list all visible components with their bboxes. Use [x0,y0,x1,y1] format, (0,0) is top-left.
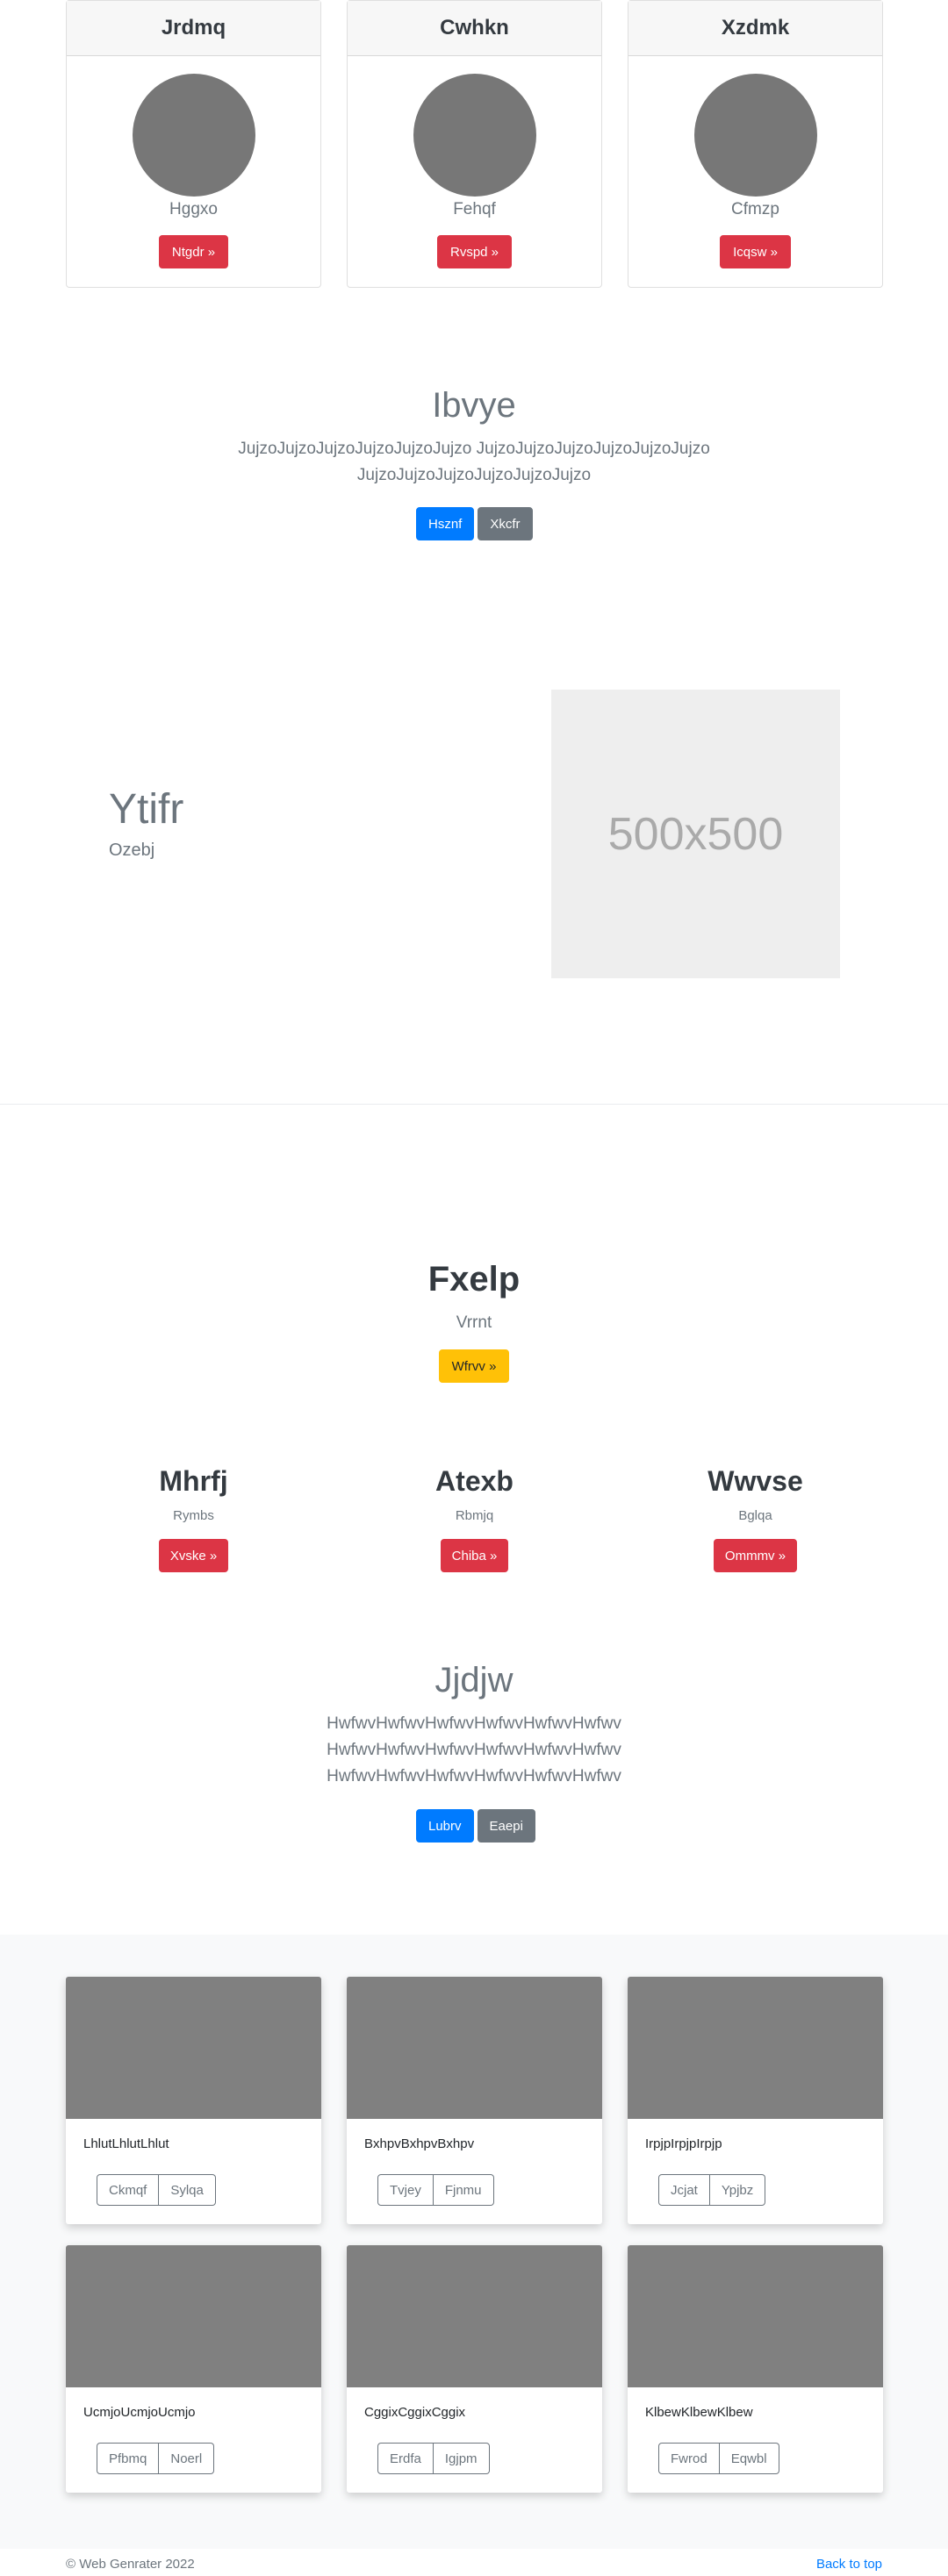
card-subtitle: Cfmzp [731,200,779,218]
hero-subtitle: Vrrnt [456,1313,492,1332]
card-button-group: Tvjey Fjnmu [377,2174,494,2206]
album-card: IrpjpIrpjpIrpjp Jcjat Ypjbz [628,1977,883,2224]
column-button[interactable]: Xvske » [158,1539,229,1572]
album-card: LhlutLhlutLhlut Ckmqf Sylqa [66,1977,321,2224]
hero-title: Fxelp [427,1260,521,1299]
jumbotron-text-line: HwfwvHwfwvHwfwvHwfwvHwfwvHwfwv [327,1741,621,1759]
column-subtitle: Rbmjq [455,1508,494,1523]
card-title: Cwhkn [348,1,601,56]
card-thumbnail [66,2245,321,2387]
album-card: CggixCggixCggix Erdfa Igjpm [347,2245,602,2493]
card-text: LhlutLhlutLhlut [83,2136,169,2151]
card-button-group: Pfbmq Noerl [97,2443,215,2474]
secondary-button[interactable]: Eaepi [477,1809,535,1843]
card-button[interactable]: Erdfa [377,2443,434,2474]
jumbotron-title: Jjdjw [434,1661,514,1699]
column-title: Atexb [435,1465,514,1497]
card-text: IrpjpIrpjpIrpjp [645,2136,722,2151]
jumbotron-text-line: HwfwvHwfwvHwfwvHwfwvHwfwvHwfwv [327,1767,621,1785]
card-thumbnail [628,1977,883,2119]
jumbotron-actions: Hsznf Xkcfr [416,507,533,540]
column-subtitle: Bglqa [738,1508,772,1523]
pricing-card: Xzdmk Cfmzp Icqsw » [628,0,883,288]
jumbotron-text-line: JujzoJujzoJujzoJujzoJujzoJujzo [356,466,592,484]
card-title: Xzdmk [628,1,882,56]
card-text: CggixCggixCggix [364,2405,466,2420]
card-button[interactable]: Rvspd » [436,235,513,268]
column: Wwvse Bglqa Ommmv » [628,1465,883,1572]
image-placeholder-label: 500x500 [607,808,784,860]
card-button[interactable]: Ckmqf [97,2174,160,2206]
avatar [693,74,817,197]
card-subtitle: Hggxo [169,200,218,218]
card-button-group: Ckmqf Sylqa [97,2174,216,2206]
column-button[interactable]: Ommmv » [713,1539,798,1572]
divider [0,1104,948,1105]
secondary-button[interactable]: Xkcfr [478,507,533,540]
pricing-card: Cwhkn Fehqf Rvspd » [347,0,602,288]
card-thumbnail [347,2245,602,2387]
jumbotron-text-line: HwfwvHwfwvHwfwvHwfwvHwfwvHwfwv [327,1714,621,1733]
card-button-group: Erdfa Igjpm [377,2443,490,2474]
pricing-card: Jrdmq Hggxo Ntgdr » [66,0,321,288]
card-button[interactable]: Tvjey [377,2174,434,2206]
album-section: LhlutLhlutLhlut Ckmqf Sylqa BxhpvBxhpvBx… [0,1935,948,2549]
image-placeholder: 500x500 [551,690,840,978]
card-text: KlbewKlbewKlbew [645,2405,753,2420]
column-title: Mhrfj [159,1465,228,1497]
card-button[interactable]: Fjnmu [433,2174,494,2206]
card-button[interactable]: Pfbmq [97,2443,160,2474]
card-text: BxhpvBxhpvBxhpv [364,2136,475,2151]
column: Atexb Rbmjq Chiba » [347,1465,602,1572]
back-to-top-link[interactable]: Back to top [816,2557,882,2572]
card-button[interactable]: Fwrod [658,2443,720,2474]
column-button[interactable]: Chiba » [440,1539,509,1572]
feature-subtitle: Ozebj [109,841,155,860]
card-button[interactable]: Jcjat [658,2174,710,2206]
card-subtitle: Fehqf [453,200,496,218]
card-button[interactable]: Sylqa [159,2174,216,2206]
hero-button[interactable]: Wfrvv » [438,1349,510,1383]
card-button-group: Jcjat Ypjbz [658,2174,766,2206]
album-card: UcmjoUcmjoUcmjo Pfbmq Noerl [66,2245,321,2493]
column-title: Wwvse [707,1465,803,1497]
card-button[interactable]: Icqsw » [720,235,791,268]
avatar [413,74,536,197]
column: Mhrfj Rymbs Xvske » [66,1465,321,1572]
feature-title: Ytifr [109,786,184,833]
card-button-group: Fwrod Eqwbl [658,2443,779,2474]
card-button[interactable]: Ntgdr » [158,235,229,268]
album-card: KlbewKlbewKlbew Fwrod Eqwbl [628,2245,883,2493]
primary-button[interactable]: Hsznf [416,507,475,540]
card-title: Jrdmq [67,1,320,56]
jumbotron-text-line: JujzoJujzoJujzoJujzoJujzoJujzo JujzoJujz… [238,440,710,458]
card-button[interactable]: Ypjbz [709,2174,766,2206]
card-thumbnail [66,1977,321,2119]
footer-copyright: © Web Genrater 2022 [66,2557,195,2572]
jumbotron-actions: Lubrv Eaepi [416,1809,535,1843]
card-button[interactable]: Noerl [159,2443,215,2474]
card-text: UcmjoUcmjoUcmjo [83,2405,196,2420]
album-card: BxhpvBxhpvBxhpv Tvjey Fjnmu [347,1977,602,2224]
jumbotron-title: Ibvye [432,386,516,425]
card-button[interactable]: Igjpm [433,2443,490,2474]
primary-button[interactable]: Lubrv [416,1809,474,1843]
column-subtitle: Rymbs [173,1508,214,1523]
hero-actions: Wfrvv » [0,1349,948,1383]
card-thumbnail [628,2245,883,2387]
card-thumbnail [347,1977,602,2119]
avatar [132,74,255,197]
card-button[interactable]: Eqwbl [719,2443,779,2474]
